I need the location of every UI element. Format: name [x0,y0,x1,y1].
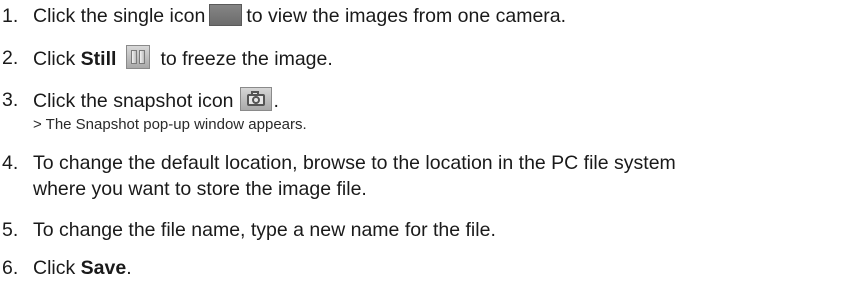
step-text: Click Save. [33,255,132,281]
step-text-start: Click the snapshot icon [33,90,234,112]
ui-term-still: Still [80,48,117,70]
step-number: 5. [2,219,19,241]
camera-icon [239,87,272,111]
step-text-start: Click the single icon [33,5,206,27]
step-text: To change the file name, type a new name… [33,219,496,241]
step-result: > The Snapshot pop-up window appears. [33,116,307,133]
step-text-start: Click [33,257,81,279]
step-text: Click the single icon to view the images … [33,3,566,29]
step-text-end: to freeze the image. [160,48,333,70]
step-text: To change the default location, browse t… [33,150,676,202]
step-number: 3. [2,89,19,111]
step-number: 4. [2,152,19,174]
ui-term-save: Save [80,257,127,279]
camera-lens [251,96,260,104]
step-text: Click the snapshot icon. > The Snapshot p… [33,87,307,136]
step-text-end: . [126,257,132,279]
step-number: 1. [2,5,19,27]
still-icon [126,45,151,69]
step-text-end: . [273,90,279,112]
step-text-start: Click [33,48,81,70]
step-number: 2. [2,47,19,69]
step-text: Click Still to freeze the image. [33,45,333,72]
step-text-line-2: where you want to store the image file. [33,178,367,200]
step-number: 6. [2,257,19,279]
step-text-line-1: To change the default location, browse t… [33,152,676,174]
step-text-end: to view the images from one camera. [246,5,567,27]
instruction-document: 1. Click the single icon to view the imag… [0,0,855,293]
single-view-icon [209,4,243,26]
